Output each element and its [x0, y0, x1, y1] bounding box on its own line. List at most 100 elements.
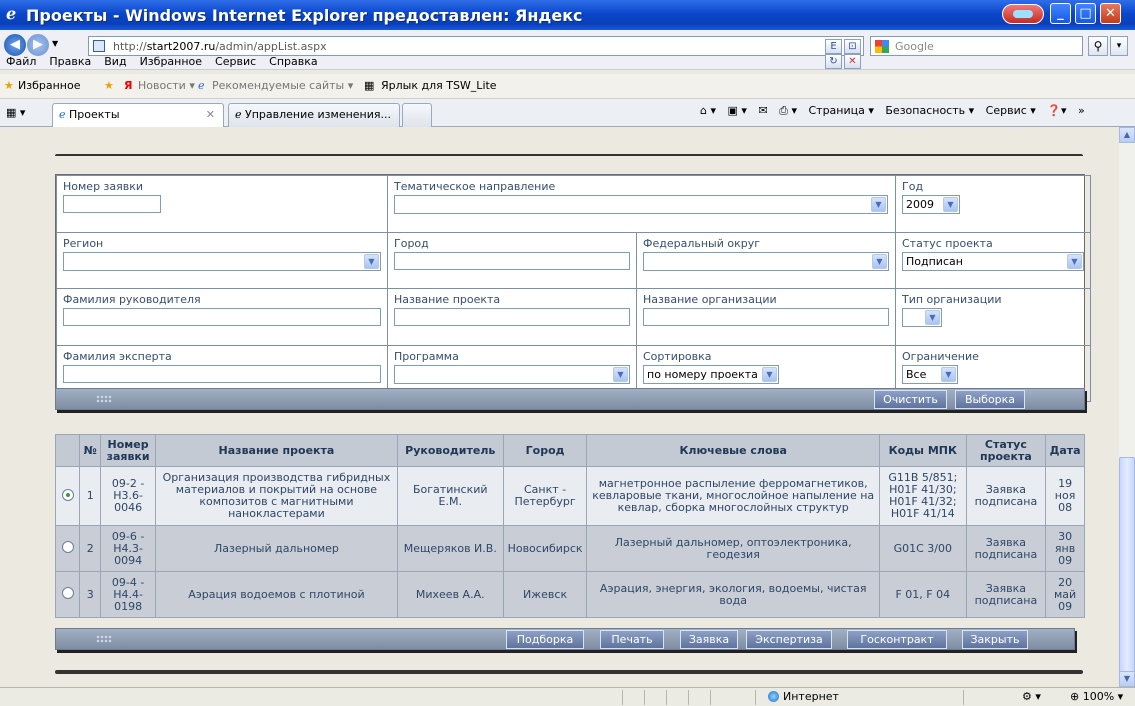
- security-menu[interactable]: Безопасность ▾: [885, 104, 974, 117]
- select-button[interactable]: Выборка: [955, 390, 1025, 409]
- page-menu[interactable]: Страница ▾: [808, 104, 873, 117]
- browser-window: ℯ Проекты - Windows Internet Explorer пр…: [0, 0, 1135, 706]
- compat-view-icon[interactable]: ⊡: [844, 39, 861, 54]
- favorites-bar: ★ Избранное ★ Я Новости ▾ ℯ Рекомендуемы…: [0, 74, 1135, 99]
- search-box[interactable]: Google: [870, 36, 1083, 56]
- column-header: Город: [502, 434, 588, 467]
- application-button[interactable]: Заявка: [680, 630, 738, 649]
- maximize-button[interactable]: □: [1075, 3, 1096, 24]
- filter-year: Год 2009 ▼: [895, 175, 1091, 233]
- forward-button[interactable]: ▶: [27, 34, 49, 56]
- zoom-control[interactable]: ⊕ 100% ▾: [1070, 690, 1123, 703]
- print-button[interactable]: Печать: [600, 630, 664, 649]
- scroll-thumb[interactable]: [1119, 457, 1135, 706]
- tsw-lite-link[interactable]: Ярлык для TSW_Lite: [381, 79, 497, 92]
- menu-file[interactable]: Файл: [6, 55, 36, 73]
- more-tools-icon[interactable]: »: [1078, 104, 1085, 117]
- column-header: Статус проекта: [965, 434, 1047, 467]
- menu-edit[interactable]: Правка: [49, 55, 91, 73]
- close-window-button[interactable]: ✕: [1100, 3, 1121, 24]
- refresh-icon[interactable]: ↻: [825, 54, 842, 69]
- region-select[interactable]: ▼: [63, 251, 381, 271]
- google-icon: [875, 40, 889, 53]
- limit-select[interactable]: Все ▼: [902, 364, 958, 384]
- clear-button[interactable]: Очистить: [874, 390, 947, 409]
- news-link[interactable]: Новости ▾: [138, 79, 195, 92]
- program-select[interactable]: ▼: [394, 364, 630, 384]
- table-row[interactable]: 2 09-6 - Н4.3-0094 Лазерный дальномер Ме…: [54, 525, 1085, 573]
- menu-tools[interactable]: Сервис: [215, 55, 256, 73]
- tray-toggle-button[interactable]: [1002, 4, 1044, 24]
- help-icon[interactable]: ❓▾: [1047, 104, 1066, 117]
- chevron-down-icon: ▼: [872, 253, 887, 269]
- address-bar[interactable]: http://start2007.ru/admin/appList.aspx E…: [88, 36, 864, 69]
- org-name-input[interactable]: [643, 308, 889, 326]
- filter-org-type: Тип организации ▼: [895, 288, 1091, 346]
- history-dropdown-icon[interactable]: ▼: [52, 39, 58, 48]
- results-table: № Номер заявки Название проекта Руководи…: [54, 434, 1085, 618]
- app-number-input[interactable]: [63, 195, 161, 213]
- table-row[interactable]: 3 09-4 - Н4.4-0198 Аэрация водоемов с пл…: [54, 571, 1085, 618]
- search-options-icon[interactable]: ▾: [1110, 36, 1128, 56]
- pick-button[interactable]: Подборка: [506, 630, 584, 649]
- status-bar: Интернет ⚙ ▾ ⊕ 100% ▾: [0, 687, 1135, 706]
- feeds-icon[interactable]: ▣ ▾: [728, 104, 747, 117]
- recommended-sites-link[interactable]: Рекомендуемые сайты ▾: [212, 79, 353, 92]
- expertise-button[interactable]: Экспертиза: [746, 630, 832, 649]
- protected-mode-icon[interactable]: ⚙ ▾: [1022, 690, 1041, 703]
- row-radio[interactable]: [61, 541, 74, 554]
- table-row[interactable]: 1 09-2 - Н3.6-0046 Организация производс…: [54, 465, 1085, 527]
- filter-leader: Фамилия руководителя: [56, 288, 388, 346]
- new-tab-button[interactable]: [402, 103, 432, 127]
- shortcut-icon: ▦: [364, 79, 375, 92]
- service-menu[interactable]: Сервис ▾: [986, 104, 1036, 117]
- close-button[interactable]: Закрыть: [962, 630, 1028, 649]
- ie-logo-icon: ℯ: [6, 4, 17, 23]
- menu-favorites[interactable]: Избранное: [140, 55, 202, 73]
- print-icon[interactable]: ⎙ ▾: [779, 104, 797, 117]
- ie-icon: ℯ: [198, 79, 205, 92]
- close-tab-icon[interactable]: ✕: [206, 108, 215, 121]
- year-select[interactable]: 2009 ▼: [902, 195, 960, 214]
- scroll-up-icon[interactable]: ▲: [1119, 127, 1135, 143]
- scroll-down-icon[interactable]: ▼: [1119, 671, 1135, 687]
- filter-fed-district: Федеральный округ ▼: [636, 231, 896, 289]
- title-bar: ℯ Проекты - Windows Internet Explorer пр…: [0, 0, 1135, 30]
- chevron-down-icon: ▼: [762, 366, 777, 382]
- mail-icon[interactable]: ✉: [758, 104, 767, 117]
- vertical-scrollbar[interactable]: ▲ ▼: [1119, 127, 1135, 706]
- fed-district-select[interactable]: ▼: [643, 251, 889, 271]
- home-icon[interactable]: ⌂ ▾: [700, 104, 716, 117]
- theme-select[interactable]: ▼: [394, 195, 888, 214]
- row-radio[interactable]: [61, 488, 74, 501]
- state-contract-button[interactable]: Госконтракт: [847, 630, 947, 649]
- row-radio[interactable]: [61, 587, 74, 600]
- search-icon[interactable]: ⚲: [1088, 36, 1108, 56]
- add-favorite-icon[interactable]: ★: [104, 79, 114, 92]
- column-header: Номер заявки: [100, 434, 157, 467]
- menu-help[interactable]: Справка: [269, 55, 317, 73]
- project-status-select[interactable]: Подписан ▼: [902, 251, 1084, 271]
- quick-tabs-icon[interactable]: ▦ ▾: [6, 106, 25, 119]
- favorites-button[interactable]: Избранное: [18, 79, 80, 92]
- minimize-button[interactable]: _: [1050, 3, 1071, 24]
- leader-input[interactable]: [63, 308, 381, 326]
- yandex-icon: Я: [124, 79, 133, 92]
- ie-tab-icon: ℯ: [59, 108, 66, 121]
- menu-view[interactable]: Вид: [104, 55, 126, 73]
- sort-select[interactable]: по номеру проекта ▼: [643, 364, 779, 384]
- language-icon[interactable]: E: [825, 39, 842, 54]
- zone-indicator: Интернет: [768, 690, 839, 703]
- filter-toolbar: Очистить Выборка: [55, 388, 1085, 410]
- back-button[interactable]: ◀: [4, 34, 26, 56]
- tab-change-management[interactable]: ℯ Управление изменения...: [228, 103, 400, 127]
- expert-input[interactable]: [63, 364, 381, 383]
- stop-icon[interactable]: ✕: [844, 54, 861, 69]
- city-input[interactable]: [394, 251, 630, 270]
- tab-projects[interactable]: ℯ Проекты ✕: [52, 103, 224, 127]
- org-type-select[interactable]: ▼: [902, 308, 942, 327]
- command-bar: ⌂ ▾ ▣ ▾ ✉ ⎙ ▾ Страница ▾ Безопасность ▾ …: [700, 104, 1093, 118]
- project-name-input[interactable]: [394, 308, 630, 326]
- page-icon: [93, 40, 105, 52]
- filter-project-name: Название проекта: [387, 288, 637, 346]
